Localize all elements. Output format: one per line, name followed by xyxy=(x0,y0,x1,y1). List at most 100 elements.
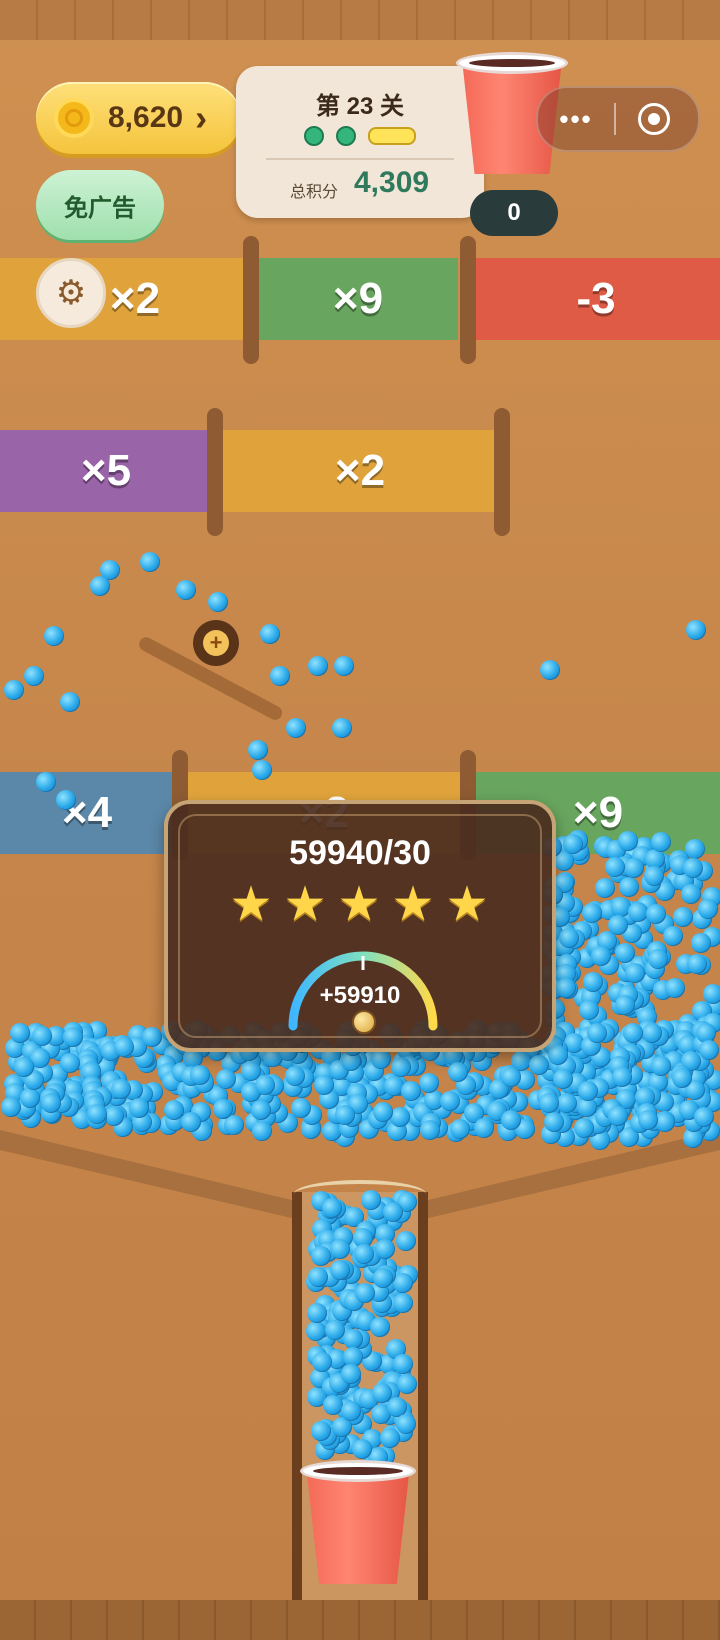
ball xyxy=(591,945,612,966)
ball xyxy=(251,1120,272,1141)
ball xyxy=(355,1282,376,1303)
ball xyxy=(698,898,719,919)
gate-row3-multiplier-4: ×4 xyxy=(0,772,174,854)
wood-top-border xyxy=(0,0,720,40)
ball xyxy=(617,831,638,852)
ball xyxy=(392,1353,413,1374)
level-card: 第 23 关 总积分 4,309 xyxy=(236,66,484,218)
ball xyxy=(208,592,228,612)
ball xyxy=(578,999,599,1020)
ball xyxy=(370,1316,391,1337)
ball xyxy=(607,915,628,936)
bottom-cup xyxy=(300,1460,416,1584)
gauge-needle-knob xyxy=(352,1010,376,1034)
gate-row1-multiplier-9: ×9 xyxy=(258,258,458,340)
gate-post xyxy=(207,408,223,536)
ball xyxy=(312,1351,333,1372)
ball xyxy=(14,1056,35,1077)
star-icon: ★ xyxy=(445,878,489,931)
settings-button[interactable]: ⚙ xyxy=(36,258,106,328)
ball xyxy=(308,656,328,676)
coin-count: 8,620 xyxy=(108,101,184,134)
plus-icon: + xyxy=(203,630,229,656)
ball xyxy=(390,1057,411,1078)
result-score: 59940/30 xyxy=(289,834,431,872)
ball xyxy=(86,1104,107,1125)
coin-icon xyxy=(54,98,94,138)
ball xyxy=(321,1198,342,1219)
ball xyxy=(340,1363,361,1384)
ball xyxy=(543,1112,564,1133)
ball xyxy=(44,626,64,646)
cup-body xyxy=(306,1474,410,1584)
gate-row2-multiplier-5: ×5 xyxy=(0,430,212,512)
total-score-label: 总积分 xyxy=(290,184,339,201)
ball xyxy=(396,1373,417,1394)
ball xyxy=(285,1065,306,1086)
progress-current xyxy=(368,127,416,145)
cup-rim xyxy=(456,52,568,74)
ball xyxy=(353,1243,374,1264)
ball xyxy=(622,1022,643,1043)
ball xyxy=(623,857,644,878)
ball xyxy=(306,1303,327,1324)
ball xyxy=(140,552,160,572)
ball xyxy=(439,1091,460,1112)
ball xyxy=(375,1238,396,1259)
chevron-right-icon: › xyxy=(195,97,208,138)
ball xyxy=(538,1093,559,1114)
ball xyxy=(248,740,268,760)
ball xyxy=(252,760,272,780)
ball xyxy=(260,624,280,644)
gate-row2-multiplier-2: ×2 xyxy=(222,430,498,512)
divider xyxy=(266,158,454,160)
gate-row1-minus-3: -3 xyxy=(472,258,720,340)
ball xyxy=(352,1438,373,1459)
ball xyxy=(4,680,24,700)
level-progress xyxy=(304,126,416,146)
ball xyxy=(334,656,354,676)
ball xyxy=(340,1400,361,1421)
ball xyxy=(450,1118,471,1139)
close-target-icon[interactable] xyxy=(638,103,670,135)
ball xyxy=(671,1067,692,1088)
ball xyxy=(104,1105,125,1126)
ball xyxy=(286,718,306,738)
ball xyxy=(418,1072,439,1093)
score-gain: +59910 xyxy=(319,982,401,1009)
ball xyxy=(552,1068,573,1089)
ball xyxy=(573,1117,594,1138)
total-score-value: 4,309 xyxy=(354,166,430,199)
remove-ads-button[interactable]: 免广告 xyxy=(36,170,164,240)
ball xyxy=(330,1238,351,1259)
ball xyxy=(322,1395,343,1416)
star-icon: ★ xyxy=(283,878,327,931)
paddle-pivot: + xyxy=(193,620,239,666)
ball xyxy=(60,692,80,712)
cup-ball-counter: 0 xyxy=(470,190,558,236)
ball xyxy=(128,1097,149,1118)
ball xyxy=(270,666,290,686)
ball xyxy=(59,1053,80,1074)
ball xyxy=(24,666,44,686)
wood-bottom-border xyxy=(0,1600,720,1640)
gate-post xyxy=(460,236,476,364)
ball xyxy=(307,1266,328,1287)
ball xyxy=(650,1056,671,1077)
ball xyxy=(382,1202,403,1223)
ball xyxy=(400,1080,421,1101)
mini-program-capsule: ••• xyxy=(536,86,700,152)
star-icon: ★ xyxy=(337,878,381,931)
ball xyxy=(594,877,615,898)
ball xyxy=(664,977,685,998)
star-rating: ★ ★ ★ ★ ★ xyxy=(228,878,490,931)
ball xyxy=(370,1049,391,1070)
ball xyxy=(163,1099,184,1120)
ball xyxy=(396,1413,417,1434)
coin-balance-button[interactable]: 8,620 › xyxy=(36,82,241,154)
ball xyxy=(612,1066,633,1087)
ball xyxy=(372,1383,392,1404)
gear-icon: ⚙ xyxy=(55,274,87,312)
ball xyxy=(56,790,76,810)
more-icon[interactable]: ••• xyxy=(538,104,614,135)
